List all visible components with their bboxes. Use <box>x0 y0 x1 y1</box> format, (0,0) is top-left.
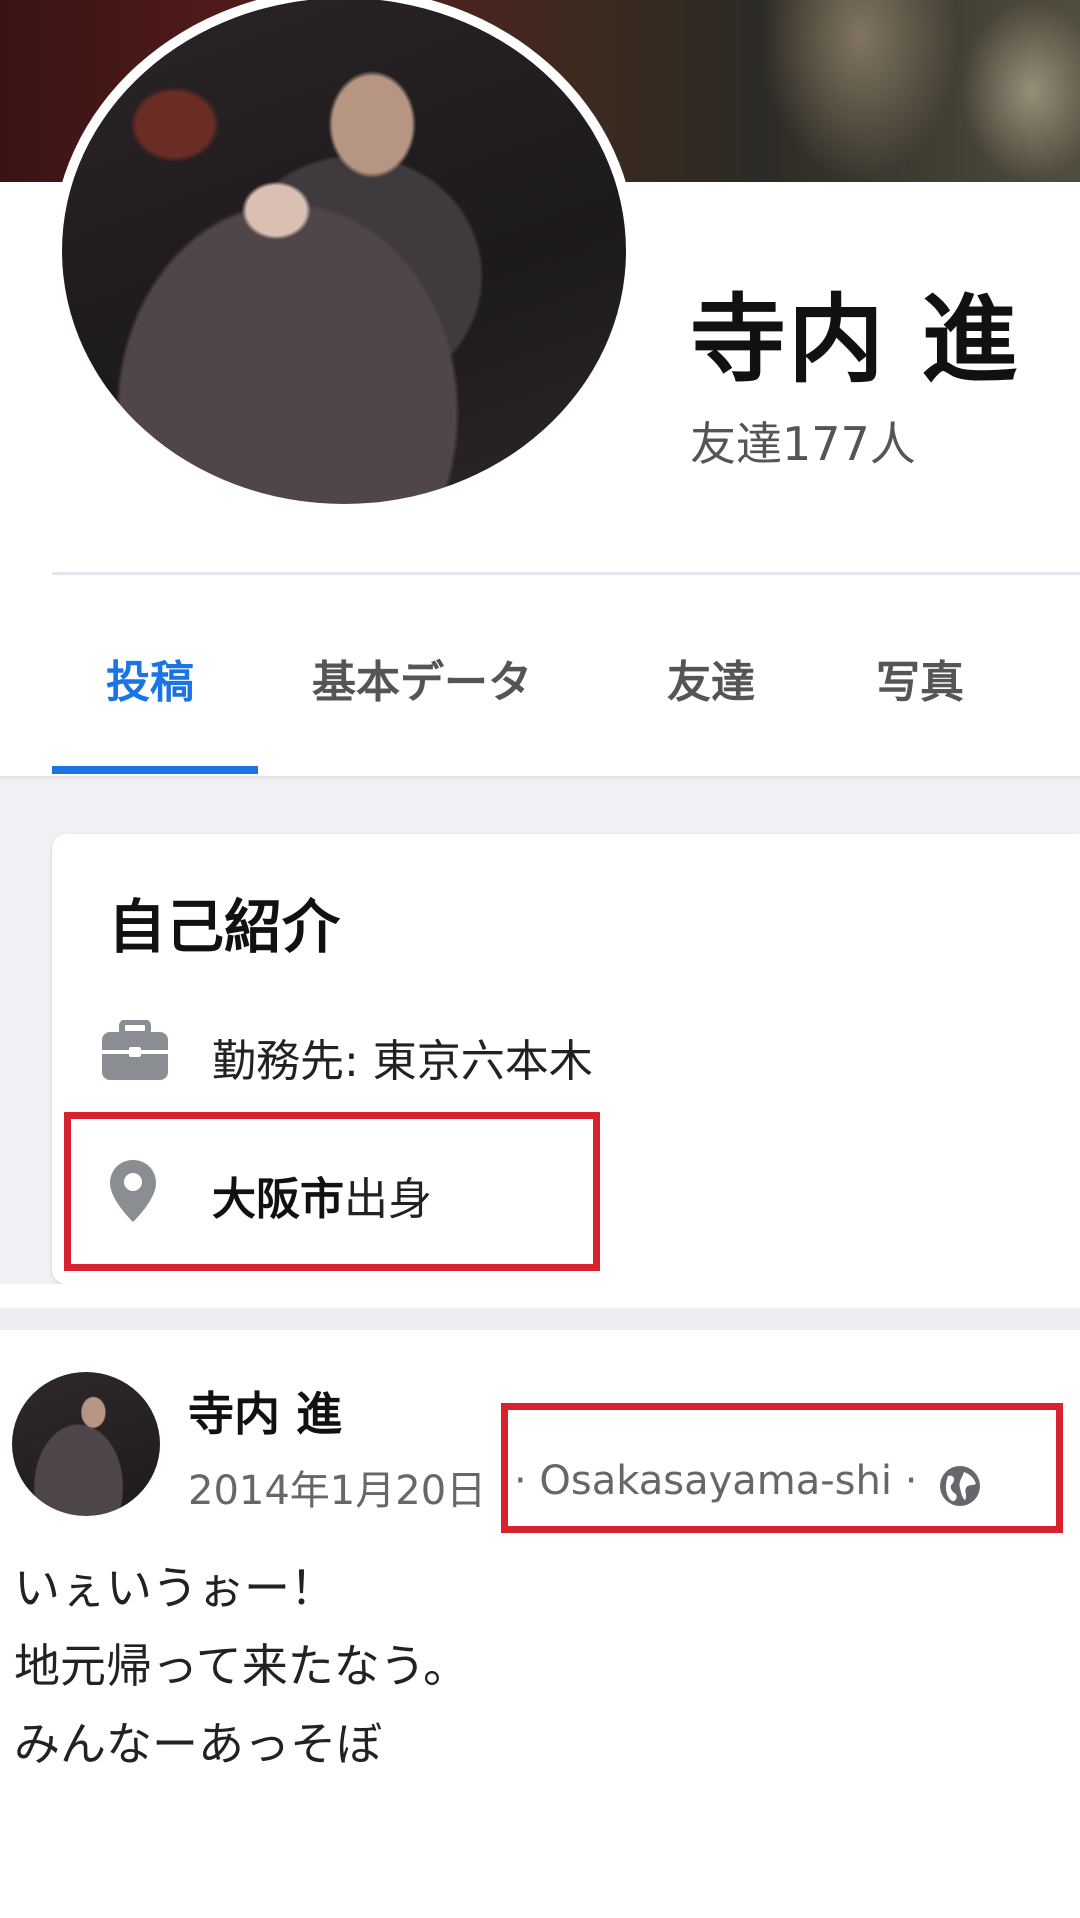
location-highlight-box <box>501 1403 1063 1533</box>
tab-photos[interactable]: 写真 <box>876 646 964 710</box>
post-author-name[interactable]: 寺内 進 <box>188 1378 342 1444</box>
active-tab-indicator <box>52 766 258 774</box>
post-author-avatar[interactable] <box>12 1372 160 1516</box>
profile-picture[interactable] <box>62 0 626 504</box>
intro-title: 自己紹介 <box>108 893 341 961</box>
section-separator <box>0 1308 1080 1330</box>
tab-about[interactable]: 基本データ <box>312 646 532 710</box>
hometown-highlight-box <box>64 1112 600 1271</box>
post-text-line: 地元帰って来たなう。 <box>14 1639 469 1693</box>
tab-friends[interactable]: 友達 <box>667 646 755 710</box>
header-divider <box>52 572 1080 575</box>
tab-posts[interactable]: 投稿 <box>106 646 194 710</box>
post-date[interactable]: 2014年1月20日 <box>188 1458 486 1516</box>
friend-count[interactable]: 友達177人 <box>690 408 916 474</box>
work-info: 勤務先: 東京六本木 <box>212 1036 593 1087</box>
profile-name: 寺内 進 <box>690 284 1020 396</box>
briefcase-icon <box>102 1020 168 1080</box>
post-text-line: みんなーあっそぼ <box>14 1717 382 1771</box>
post-text-line: いぇいうぉー！ <box>14 1561 336 1615</box>
